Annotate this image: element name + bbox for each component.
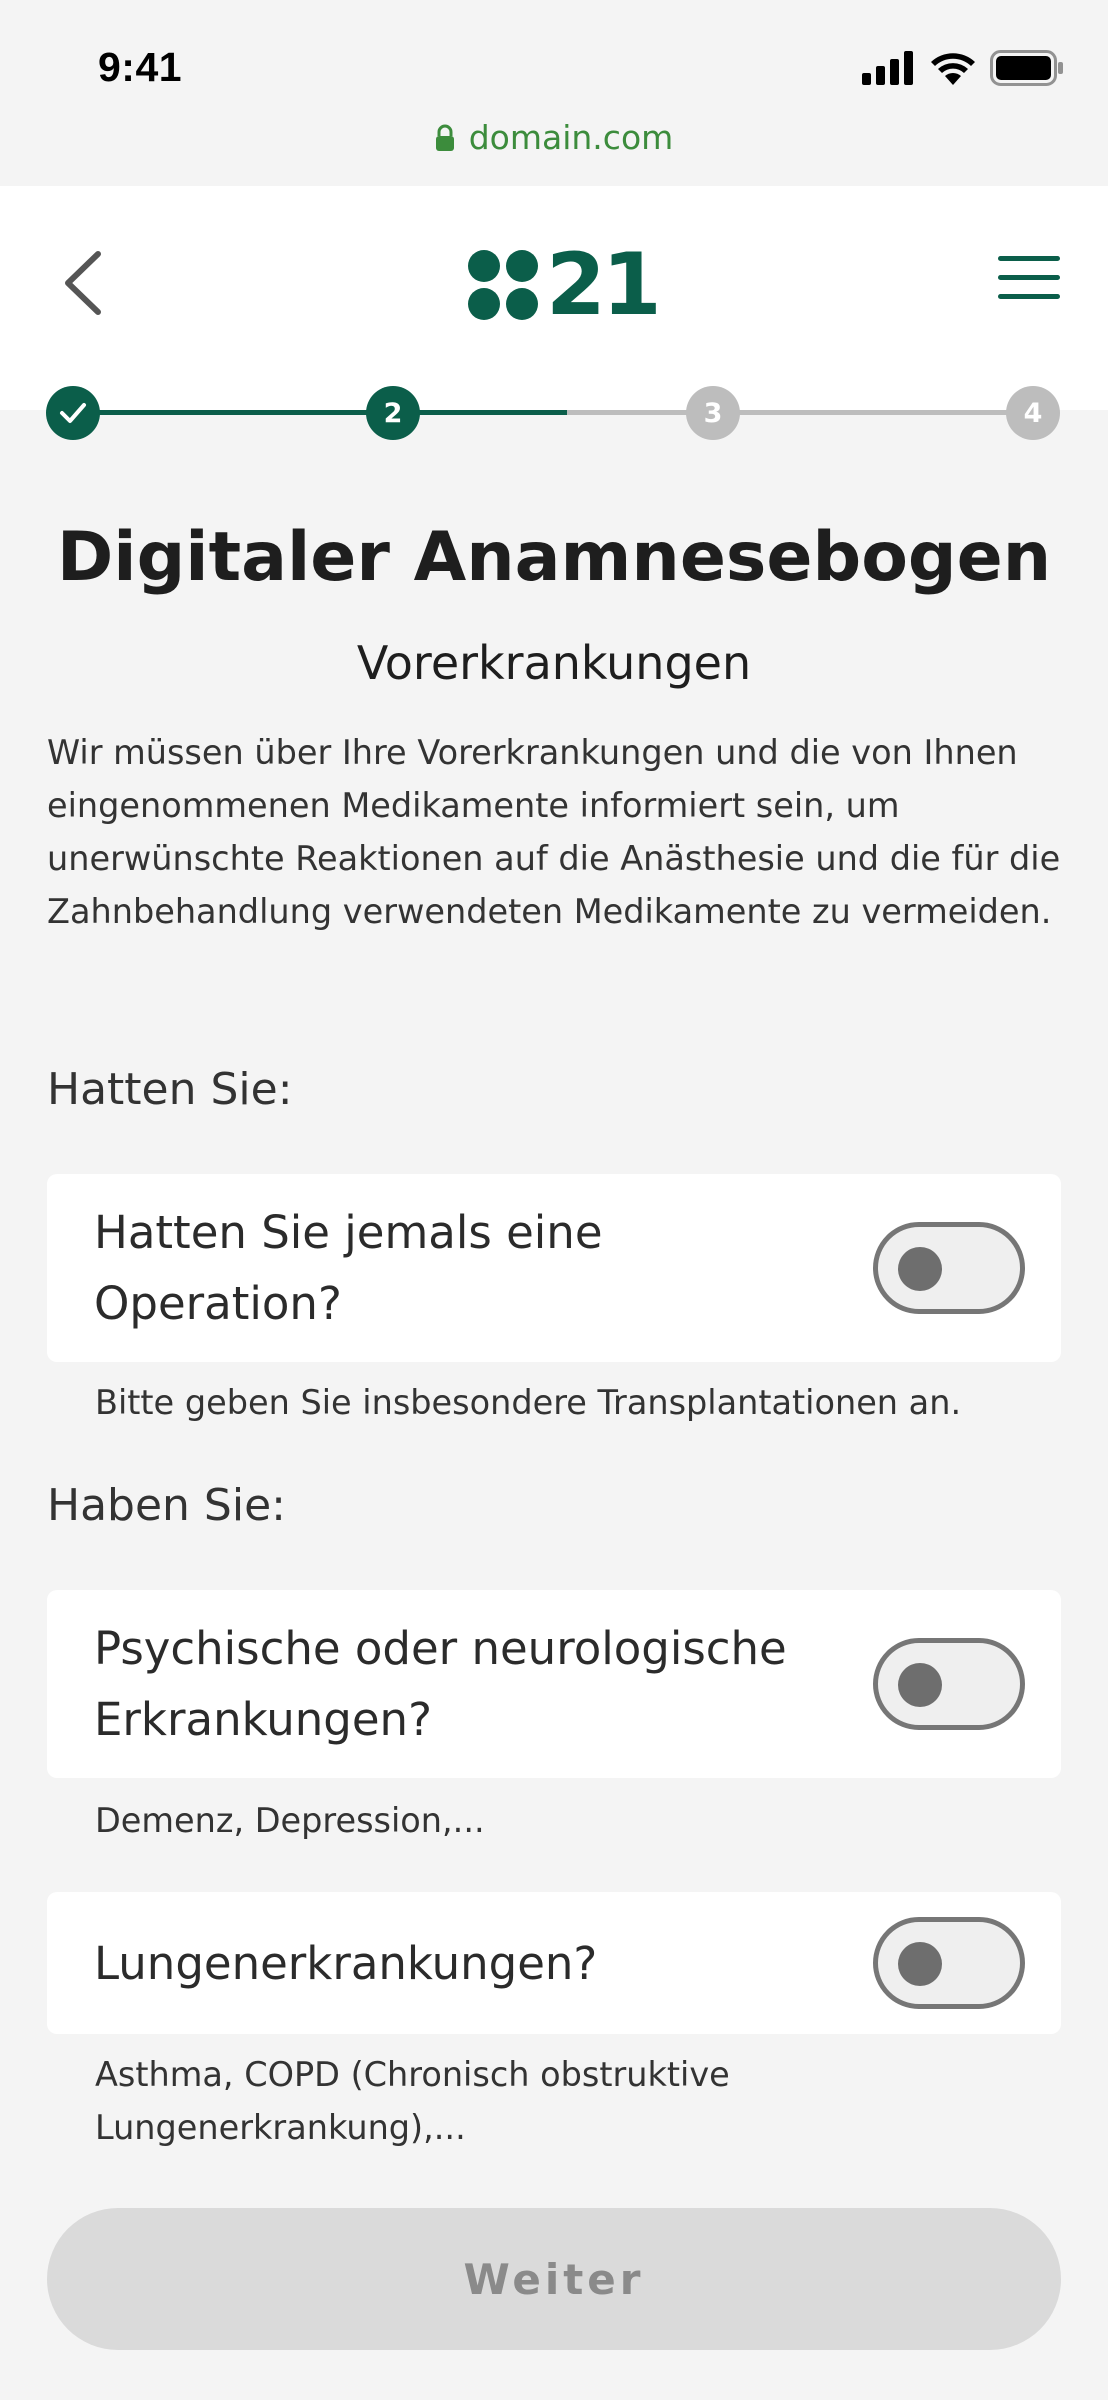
- chevron-left-icon: [65, 251, 101, 315]
- section-heading-hatten: Hatten Sie:: [47, 1064, 293, 1115]
- lock-icon: [435, 124, 454, 151]
- hamburger-icon: [998, 256, 1060, 299]
- url-text: domain.com: [468, 118, 674, 157]
- question-card-operation[interactable]: Hatten Sie jemals eine Operation?: [47, 1174, 1061, 1362]
- step-3: 3: [686, 386, 740, 440]
- question-hint: Asthma, COPD (Chronisch obstruktive Lung…: [95, 2055, 730, 2147]
- menu-button[interactable]: [998, 256, 1060, 306]
- status-bar: 9:41: [0, 0, 1108, 120]
- status-icons: [862, 50, 1064, 86]
- battery-icon: [990, 50, 1063, 86]
- wifi-icon: [931, 53, 975, 85]
- check-icon: [60, 403, 86, 423]
- page-subtitle: Vorerkrankungen: [356, 636, 752, 690]
- toggle-knob: [898, 1247, 942, 1291]
- next-button[interactable]: Weiter: [47, 2208, 1061, 2350]
- toggle-switch[interactable]: [873, 1638, 1025, 1730]
- brand-logo: 21: [468, 235, 662, 335]
- step-4: 4: [1006, 386, 1060, 440]
- toggle-switch[interactable]: [873, 1222, 1025, 1314]
- toggle-knob: [898, 1663, 942, 1707]
- app-header: 21: [0, 186, 1108, 410]
- question-card-psych[interactable]: Psychische oder neurologische Erkrankung…: [47, 1590, 1061, 1778]
- progress-stepper: 2 3 4: [46, 384, 1060, 440]
- question-hint: Demenz, Depression,...: [95, 1801, 485, 1840]
- section-heading-haben: Haben Sie:: [47, 1480, 286, 1531]
- step-2-current: 2: [366, 386, 420, 440]
- question-label: Hatten Sie jemals eine Operation?: [94, 1206, 603, 1330]
- intro-text: Wir müssen über Ihre Vorerkrankungen und…: [47, 733, 1061, 931]
- question-label: Psychische oder neurologische Erkrankung…: [94, 1622, 787, 1746]
- page-title: Digitaler Anamnesebogen: [56, 518, 1052, 597]
- logo-text: 21: [546, 235, 662, 335]
- step-line-todo: [567, 410, 1033, 415]
- question-card-lung[interactable]: Lungenerkrankungen?: [47, 1892, 1061, 2034]
- question-label: Lungenerkrankungen?: [94, 1937, 598, 1990]
- step-1-done: [46, 386, 100, 440]
- toggle-switch[interactable]: [873, 1917, 1025, 2009]
- toggle-knob: [898, 1942, 942, 1986]
- status-time: 9:41: [98, 44, 183, 90]
- question-hint: Bitte geben Sie insbesondere Transplanta…: [95, 1383, 962, 1422]
- back-button[interactable]: [58, 248, 108, 318]
- url-bar[interactable]: domain.com: [0, 118, 1108, 157]
- step-line-done: [73, 410, 567, 415]
- cellular-signal-icon: [862, 51, 913, 85]
- logo-dots-icon: [468, 248, 542, 322]
